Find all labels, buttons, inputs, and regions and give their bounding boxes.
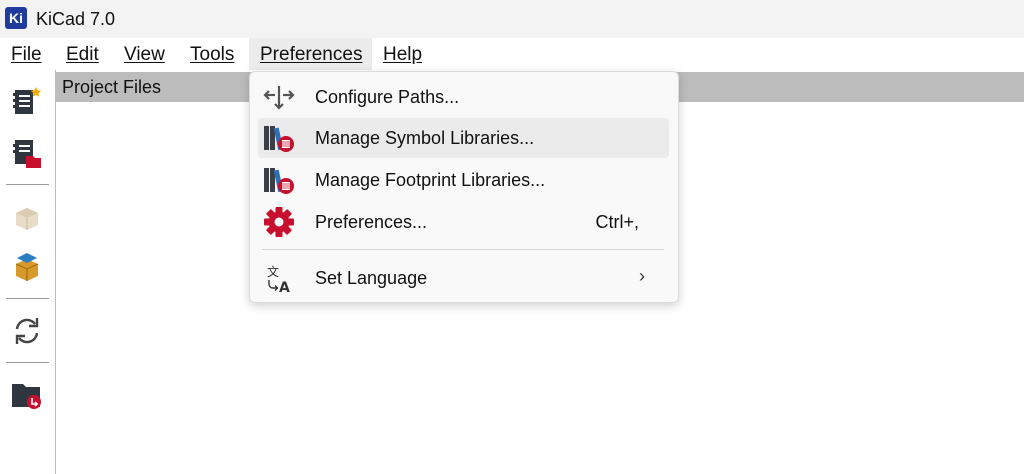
toolbar-separator <box>6 298 49 299</box>
menu-preferences[interactable]: Preferences <box>260 44 362 66</box>
menu-item-label: Manage Footprint Libraries... <box>315 170 546 190</box>
menu-item-label: Set Language <box>315 268 428 288</box>
toolbar-separator <box>6 362 49 363</box>
menu-file[interactable]: File <box>11 44 42 66</box>
menu-item-manage-symbol-libraries[interactable]: Manage Symbol Libraries... <box>258 118 669 158</box>
menu-item-set-language[interactable]: 文 A Set Language › <box>258 258 669 298</box>
unarchive-icon[interactable] <box>10 250 44 284</box>
menu-item-configure-paths[interactable]: Configure Paths... <box>258 77 669 117</box>
title-bar: Ki KiCad 7.0 <box>0 0 1024 38</box>
new-project-icon[interactable] <box>10 84 44 118</box>
open-folder-icon[interactable] <box>10 378 44 412</box>
window-title: KiCad 7.0 <box>36 9 116 29</box>
menu-separator <box>262 249 664 250</box>
menu-item-label: Manage Symbol Libraries... <box>315 128 535 148</box>
menu-edit[interactable]: Edit <box>66 44 99 66</box>
gear-icon <box>264 207 294 237</box>
menu-item-label: Preferences... <box>315 212 428 232</box>
menu-item-preferences[interactable]: Preferences... Ctrl+, <box>258 202 669 242</box>
panel-title: Project Files <box>62 77 162 97</box>
open-project-icon[interactable] <box>10 136 44 170</box>
menu-item-label: Configure Paths... <box>315 87 460 107</box>
menu-view[interactable]: View <box>124 44 165 66</box>
language-icon: 文 A <box>267 264 290 294</box>
preferences-dropdown-menu: Configure Paths... Manage Symbol Librari… <box>249 71 679 303</box>
menu-help[interactable]: Help <box>383 44 422 66</box>
symbol-libraries-icon <box>264 126 294 152</box>
left-toolbar <box>0 70 56 474</box>
refresh-icon[interactable] <box>10 314 44 348</box>
svg-text:A: A <box>279 280 290 294</box>
kicad-logo-icon: Ki <box>5 7 27 29</box>
menu-tools[interactable]: Tools <box>190 44 234 66</box>
configure-paths-icon <box>263 86 295 110</box>
menu-bar: File Edit View Tools Preferences Help <box>0 38 1024 70</box>
footprint-libraries-icon <box>264 168 294 194</box>
toolbar-separator <box>6 184 49 185</box>
archive-icon[interactable] <box>10 202 44 236</box>
chevron-right-icon: › <box>639 266 645 286</box>
svg-text:文: 文 <box>267 264 279 279</box>
menu-item-manage-footprint-libraries[interactable]: Manage Footprint Libraries... <box>258 160 669 200</box>
shortcut-label: Ctrl+, <box>595 212 639 232</box>
